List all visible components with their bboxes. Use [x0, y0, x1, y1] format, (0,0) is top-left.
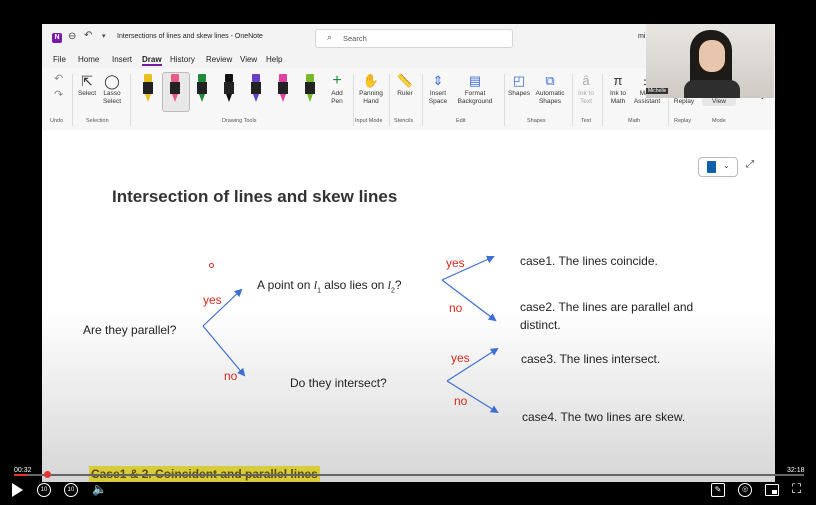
note-page[interactable]: ⌄ ⤢ Intersection of lines and skew lines…: [42, 130, 775, 482]
panning-hand-button[interactable]: ✋ Panning Hand: [356, 72, 386, 106]
ruler-icon: 📏: [396, 73, 414, 88]
arrow-parallel-no: [202, 325, 246, 377]
user-name: mi: [638, 33, 646, 40]
label-yes-intersect: yes: [451, 351, 470, 365]
menu-help[interactable]: Help: [266, 55, 282, 64]
menu-file[interactable]: File: [53, 55, 66, 64]
label-yes-parallel: yes: [203, 293, 222, 307]
group-label-mode: Mode: [712, 118, 726, 124]
group-label-text: Text: [581, 118, 592, 124]
pen-4-icon[interactable]: [223, 74, 235, 104]
skip-forward-icon[interactable]: 10: [64, 483, 78, 497]
case3-text[interactable]: case3. The lines intersect.: [521, 352, 660, 366]
pen-2-icon[interactable]: [169, 74, 181, 104]
hand-icon: ✋: [362, 73, 380, 88]
add-pen-button[interactable]: + Add Pen: [326, 72, 348, 106]
current-time: 00:32: [14, 467, 32, 474]
skip-back-icon[interactable]: 10: [37, 483, 51, 497]
skip-forward-seconds: 10: [67, 487, 75, 493]
menu-review[interactable]: Review: [206, 55, 232, 64]
pen-1-icon[interactable]: [142, 74, 154, 104]
menu-insert[interactable]: Insert: [112, 55, 132, 64]
ink-to-math-button[interactable]: π Ink to Math: [606, 72, 630, 106]
webcam-name-tag: Michelle: [646, 88, 669, 94]
search-box[interactable]: ⌕ Search: [315, 29, 513, 48]
progress-fill: [14, 474, 28, 476]
background-grid-icon: ▤: [468, 73, 482, 88]
group-label-undo: Undo: [50, 118, 64, 124]
label-no-point: no: [449, 301, 463, 315]
redo-button-icon[interactable]: ↷: [54, 88, 63, 101]
undo-icon[interactable]: ↶: [84, 30, 92, 41]
ruler-button[interactable]: 📏 Ruler: [393, 72, 417, 98]
search-placeholder: Search: [343, 34, 367, 43]
quick-access-dropdown-icon[interactable]: ▾: [102, 32, 106, 40]
progress-handle[interactable]: [44, 471, 51, 478]
group-label-math: Math: [628, 118, 641, 124]
search-icon: ⌕: [327, 32, 333, 42]
case1-text[interactable]: case1. The lines coincide.: [520, 254, 658, 268]
onenote-logo-icon: N: [52, 33, 62, 43]
group-label-stencils: Stencils: [394, 118, 414, 124]
menu-view[interactable]: View: [240, 55, 257, 64]
webcam-overlay: Michelle: [646, 24, 774, 98]
automatic-shapes-button[interactable]: ⧉ Automatic Shapes: [532, 72, 568, 106]
pen-5-icon[interactable]: [250, 74, 262, 104]
presenter-shirt: [684, 80, 740, 98]
undo-button-icon[interactable]: ↶: [54, 72, 63, 85]
select-button[interactable]: ⇱ Select: [76, 72, 98, 98]
pen-7-icon[interactable]: [304, 74, 316, 104]
total-time: 32:18: [787, 467, 805, 474]
insert-space-icon: ⇕: [432, 73, 444, 88]
group-label-edit: Edit: [456, 118, 466, 124]
presenter-face: [699, 40, 725, 72]
question-intersect[interactable]: Do they intersect?: [290, 376, 387, 390]
label-no-parallel: no: [224, 369, 238, 383]
group-label-selection: Selection: [86, 118, 109, 124]
lasso-select-button[interactable]: ◯ Lasso Select: [100, 72, 124, 106]
back-icon[interactable]: ⊖: [68, 31, 76, 42]
group-label-input-mode: Input Mode: [355, 118, 383, 124]
annotate-icon[interactable]: ✎: [711, 483, 725, 497]
exit-fullscreen-icon[interactable]: ⛶: [792, 481, 801, 497]
menu-history[interactable]: History: [170, 55, 195, 64]
document-title: Intersections of lines and skew lines - …: [117, 33, 263, 40]
ink-to-text-button[interactable]: ȃ Ink to Text: [574, 72, 598, 106]
shapes-icon: ◰: [512, 73, 526, 88]
play-icon[interactable]: [12, 483, 23, 497]
group-label-drawing-tools: Drawing Tools: [222, 118, 257, 124]
question-point-on-line[interactable]: A point on l1 also lies on l2?: [257, 278, 402, 294]
case2-text-line2[interactable]: distinct.: [520, 318, 561, 332]
case2-text-line1[interactable]: case2. The lines are parallel and: [520, 300, 693, 314]
case4-text[interactable]: case4. The two lines are skew.: [522, 410, 685, 424]
pen-3-icon[interactable]: [196, 74, 208, 104]
skip-back-seconds: 10: [40, 487, 48, 493]
group-label-shapes: Shapes: [527, 118, 546, 124]
question-parallel[interactable]: Are they parallel?: [83, 323, 176, 337]
menu-home[interactable]: Home: [78, 55, 99, 64]
plus-icon: +: [332, 72, 342, 89]
lasso-icon: ◯: [104, 73, 120, 89]
picture-in-picture-icon[interactable]: [765, 484, 779, 496]
shapes-button[interactable]: ◰ Shapes: [506, 72, 532, 98]
format-background-button[interactable]: ▤ Format Background: [452, 72, 498, 106]
pen-6-icon[interactable]: [277, 74, 289, 104]
ink-to-text-icon: ȃ: [582, 73, 590, 88]
pi-icon: π: [613, 73, 623, 88]
label-yes-point: yes: [446, 256, 465, 270]
settings-icon[interactable]: ◎: [738, 483, 752, 497]
label-no-intersect: no: [454, 394, 468, 408]
select-cursor-icon: ⇱: [81, 73, 93, 89]
menu-draw[interactable]: Draw: [142, 55, 162, 66]
volume-icon[interactable]: 🔈: [92, 482, 107, 496]
progress-track[interactable]: [14, 474, 804, 476]
group-label-replay: Replay: [674, 118, 692, 124]
auto-shapes-icon: ⧉: [545, 73, 555, 88]
insert-space-button[interactable]: ⇕ Insert Space: [424, 72, 452, 106]
